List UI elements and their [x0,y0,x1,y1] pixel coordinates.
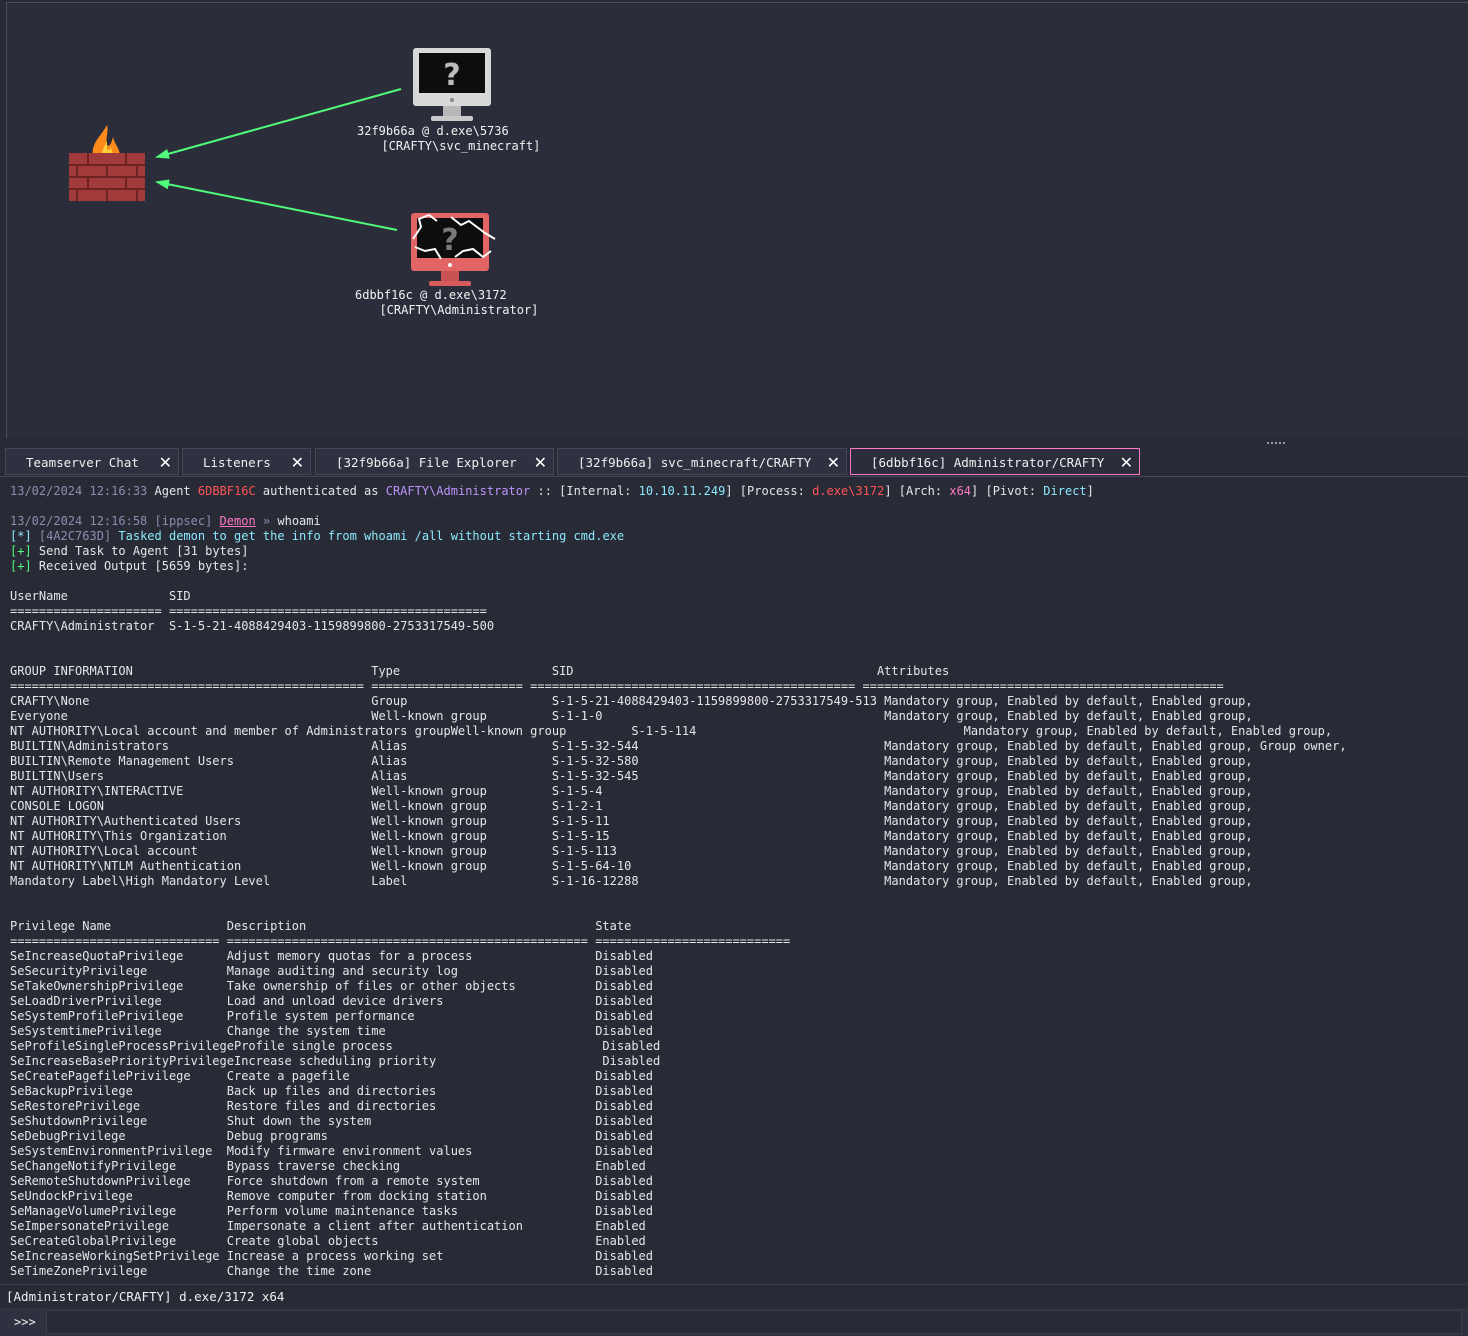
auth-line: 13/02/2024 12:16:33 Agent 6DBBF16C authe… [10,484,1094,498]
tab-teamserver-chat[interactable]: Teamserver Chat ✕ [5,448,179,475]
node-32f9b66a-line1: 32f9b66a @ d.exe\5736 [357,124,509,138]
tab-label: Listeners [203,455,271,470]
tab-label: [32f9b66a] File Explorer [336,455,517,470]
firewall-icon [69,125,145,201]
node-label-6dbbf16c: 6dbbf16c @ d.exe\3172 [CRAFTY\Administra… [355,288,538,318]
tab-label: [6dbbf16c] Administrator/CRAFTY [871,455,1105,470]
command-input-row: >>> [0,1308,1468,1336]
link-6dbbf16c [155,179,398,231]
tasked-line: [*] [4A2C763D] Tasked demon to get the i… [10,529,625,543]
tab-file-explorer[interactable]: [32f9b66a] File Explorer ✕ [315,448,554,475]
status-bar: [Administrator/CRAFTY] d.exe/3172 x64 [0,1284,1468,1308]
monitor-unknown-icon: ? [413,48,491,121]
agent-console[interactable]: 13/02/2024 12:16:33 Agent 6DBBF16C authe… [0,477,1468,1284]
tab-label: [32f9b66a] svc_minecraft/CRAFTY [578,455,812,470]
command-line: 13/02/2024 12:16:58 [ippsec] Demon » who… [10,514,321,528]
node-6dbbf16c-line2: [CRAFTY\Administrator] [379,303,539,317]
monitor-elevated-icon: ? [411,213,496,286]
tab-administrator[interactable]: [6dbbf16c] Administrator/CRAFTY ✕ [850,448,1140,475]
tab-svc-minecraft[interactable]: [32f9b66a] svc_minecraft/CRAFTY ✕ [557,448,847,475]
demon-link[interactable]: Demon [220,514,256,528]
session-graph[interactable]: ? ? 32f9b66a @ d.exe\5736 [CRAFTY\svc_mi… [6,2,1468,439]
close-icon[interactable]: ✕ [291,449,304,476]
svg-text:?: ? [443,58,460,93]
close-icon[interactable]: ✕ [827,449,840,476]
close-icon[interactable]: ✕ [159,449,172,476]
panel-splitter[interactable] [0,438,1468,446]
tab-listeners[interactable]: Listeners ✕ [182,448,311,475]
received-line: [+] Received Output [5659 bytes]: [10,559,249,573]
graph-canvas: ? ? [69,48,496,286]
whoami-output: UserName SID ===================== =====… [10,589,1347,1278]
node-6dbbf16c-line1: 6dbbf16c @ d.exe\3172 [355,288,507,302]
node-label-32f9b66a: 32f9b66a @ d.exe\5736 [CRAFTY\svc_minecr… [357,124,540,154]
prompt-label: >>> [14,1315,36,1329]
node-32f9b66a-line2: [CRAFTY\svc_minecraft] [381,139,541,153]
close-icon[interactable]: ✕ [1120,449,1133,476]
sent-line: [+] Send Task to Agent [31 bytes] [10,544,249,558]
tab-bar: Teamserver Chat ✕ Listeners ✕ [32f9b66a] F… [0,446,1468,477]
tab-label: Teamserver Chat [26,455,139,470]
console-output: 13/02/2024 12:16:33 Agent 6DBBF16C authe… [0,477,1468,1279]
svg-text:?: ? [441,223,458,258]
close-icon[interactable]: ✕ [534,449,547,476]
command-input[interactable] [46,1310,1462,1334]
